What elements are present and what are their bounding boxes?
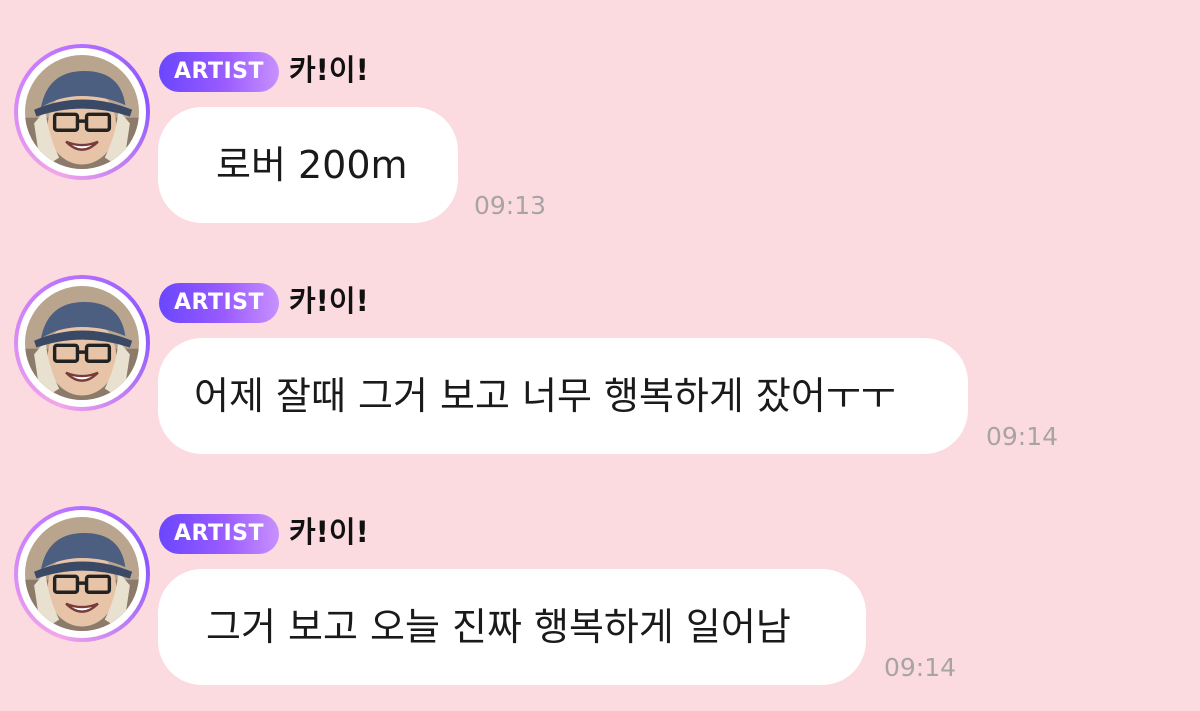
chat-thread: ARTIST 카!이! 로버 200m 09:13 ARTIST 카!이! 어제… <box>0 0 1200 711</box>
avatar <box>25 286 139 400</box>
message-timestamp: 09:14 <box>986 422 1059 451</box>
message-item: ARTIST 카!이! 어제 잘때 그거 보고 너무 행복하게 잤어ㅜㅜ 09:… <box>0 275 1200 475</box>
avatar <box>25 517 139 631</box>
message-bubble[interactable]: 어제 잘때 그거 보고 너무 행복하게 잤어ㅜㅜ <box>158 338 968 454</box>
sender-name[interactable]: 카!이! <box>289 281 369 321</box>
message-bubble[interactable]: 그거 보고 오늘 진짜 행복하게 일어남 <box>158 569 866 685</box>
avatar-ring[interactable] <box>14 275 150 411</box>
artist-badge: ARTIST <box>159 514 279 554</box>
artist-badge: ARTIST <box>159 52 279 92</box>
avatar-ring[interactable] <box>14 44 150 180</box>
artist-badge: ARTIST <box>159 283 279 323</box>
avatar <box>25 55 139 169</box>
avatar-ring[interactable] <box>14 506 150 642</box>
message-bubble[interactable]: 로버 200m <box>158 107 458 223</box>
message-timestamp: 09:14 <box>884 653 957 682</box>
sender-name[interactable]: 카!이! <box>289 512 369 552</box>
sender-name[interactable]: 카!이! <box>289 50 369 90</box>
message-item: ARTIST 카!이! 로버 200m 09:13 <box>0 44 1200 244</box>
message-timestamp: 09:13 <box>474 191 547 220</box>
message-item: ARTIST 카!이! 그거 보고 오늘 진짜 행복하게 일어남 09:14 <box>0 506 1200 706</box>
